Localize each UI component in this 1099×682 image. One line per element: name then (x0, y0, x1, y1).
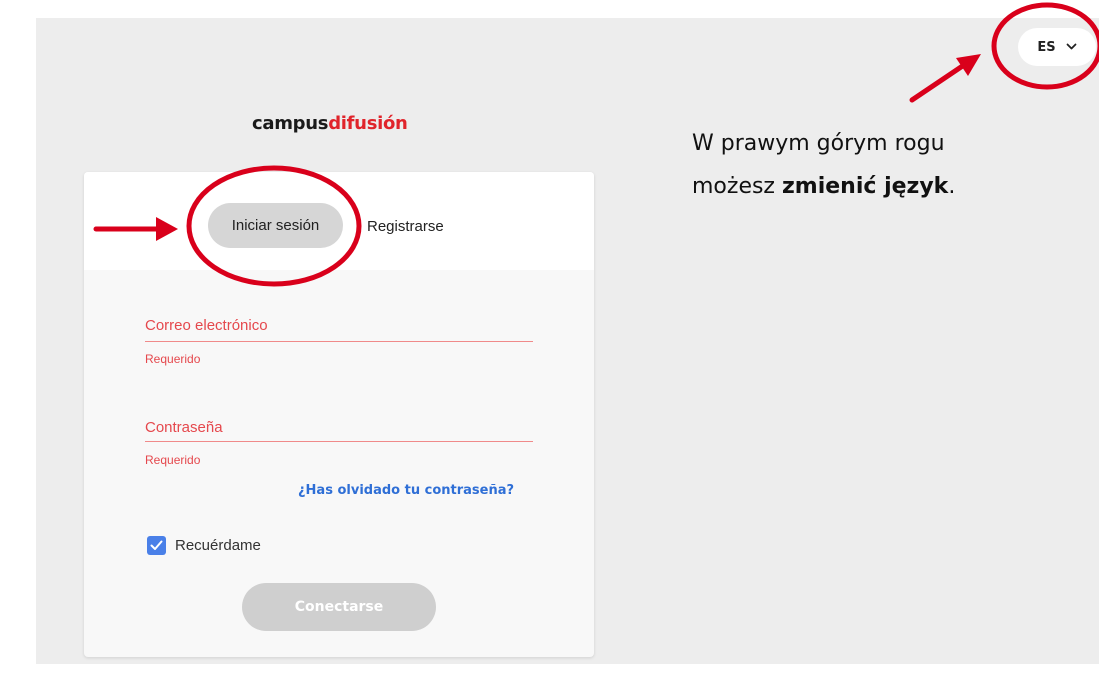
annotation-line-2: możesz zmienić język. (692, 165, 955, 208)
logo-part-campus: campus (252, 113, 329, 134)
login-card: Iniciar sesión Registrarse Correo electr… (84, 172, 594, 657)
password-error: Requerido (145, 453, 201, 467)
checkmark-icon (150, 540, 163, 550)
annotation-suffix: . (948, 174, 956, 199)
annotation-text: W prawym górym rogu możesz zmienić język… (692, 122, 955, 208)
remember-me-checkbox[interactable] (147, 536, 166, 555)
email-field-underline (145, 341, 533, 342)
card-tab-bar: Iniciar sesión Registrarse (84, 172, 594, 270)
annotation-prefix: możesz (692, 174, 782, 199)
password-field[interactable]: Contraseña (145, 419, 223, 436)
remember-me-label: Recuérdame (175, 537, 261, 554)
annotation-emphasis: zmienić język (781, 174, 949, 199)
language-selector[interactable]: ES (1018, 28, 1096, 66)
tab-register[interactable]: Registrarse (367, 218, 444, 235)
password-field-underline (145, 441, 533, 442)
logo-part-difusion: difusión (328, 113, 408, 134)
tab-login[interactable]: Iniciar sesión (208, 203, 343, 248)
connect-button[interactable]: Conectarse (242, 583, 436, 631)
annotation-line-1: W prawym górym rogu (692, 131, 945, 156)
forgot-password-link[interactable]: ¿Has olvidado tu contraseña? (298, 483, 514, 498)
chevron-down-icon (1066, 43, 1077, 50)
email-field[interactable]: Correo electrónico (145, 317, 268, 334)
campus-difusion-logo: campusdifusión (252, 113, 408, 134)
language-value: ES (1037, 39, 1056, 55)
remember-me-row[interactable]: Recuérdame (147, 536, 261, 555)
email-error: Requerido (145, 352, 201, 366)
